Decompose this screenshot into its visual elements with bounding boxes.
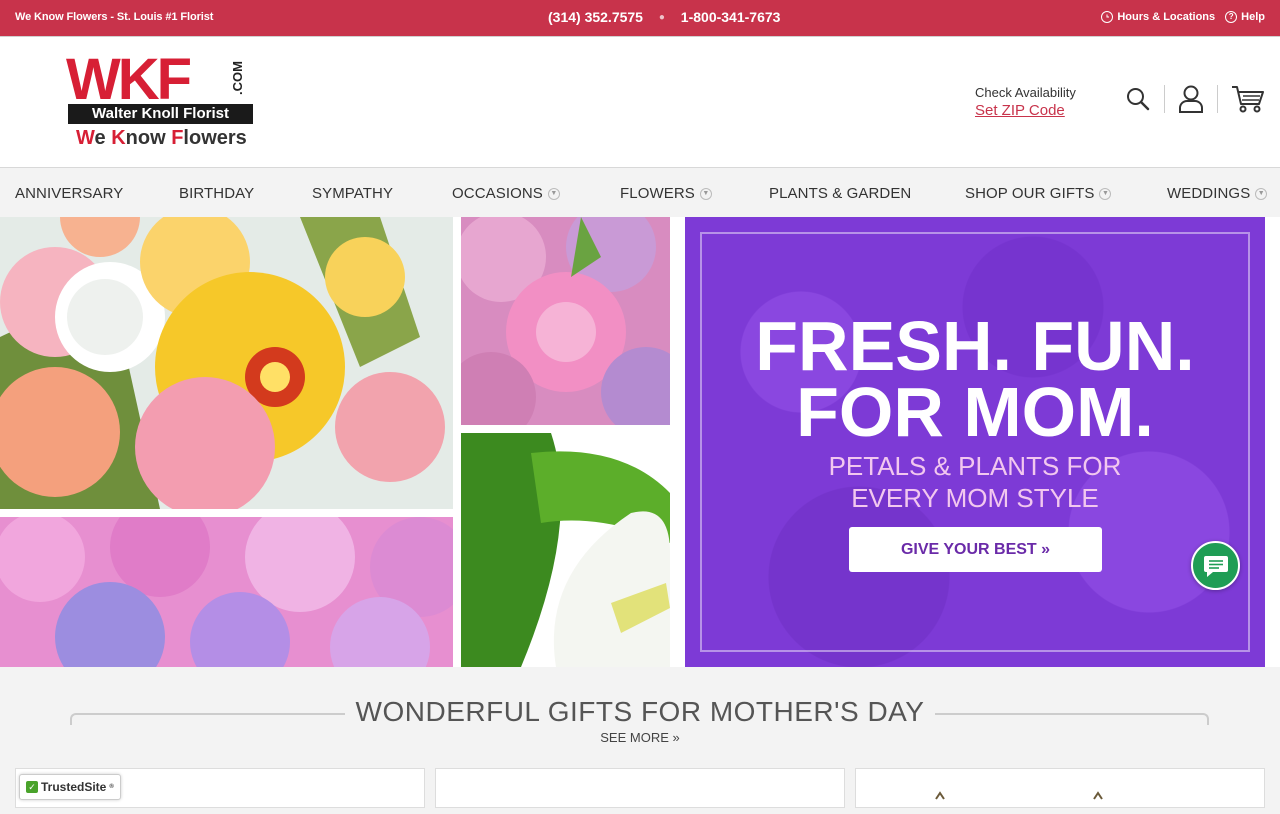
logo-letters: WKF [66, 47, 192, 112]
product-image [935, 791, 1103, 800]
site-header: WKF .COM Walter Knoll Florist We Know Fl… [0, 36, 1280, 168]
trustedsite-badge[interactable]: ✓ TrustedSite ® [19, 774, 121, 800]
header-icons [1125, 84, 1265, 114]
chevron-down-icon: ▼ [547, 187, 560, 200]
chevron-down-icon: ▼ [1099, 187, 1112, 200]
chat-icon [1203, 555, 1228, 577]
promo-panel: FRESH. FUN. FOR MOM. PETALS & PLANTS FOR… [685, 217, 1265, 667]
product-card[interactable] [855, 768, 1265, 808]
chevron-down-icon: ▼ [699, 187, 712, 200]
user-icon[interactable] [1178, 84, 1204, 114]
search-icon[interactable] [1125, 86, 1151, 112]
nav-item-flowers[interactable]: FLOWERS ▼ [620, 185, 712, 202]
logo-com: .COM [230, 61, 245, 95]
help-link[interactable]: ? Help [1225, 11, 1265, 23]
question-icon: ? [1225, 11, 1238, 23]
trustedsite-label: TrustedSite [41, 780, 107, 794]
phone-local-link[interactable]: (314) 352.7575 [548, 9, 643, 25]
nav-item-plants-garden[interactable]: PLANTS & GARDEN [769, 185, 911, 202]
icon-divider [1217, 85, 1218, 113]
give-your-best-button[interactable]: GIVE YOUR BEST » [849, 527, 1102, 572]
nav-item-anniversary[interactable]: ANNIVERSARY [15, 185, 123, 202]
promo-headline: FRESH. FUN. FOR MOM. [755, 307, 1195, 451]
separator-dot: ● [658, 12, 665, 23]
nav-item-shop-gifts[interactable]: SHOP OUR GIFTS ▼ [965, 185, 1112, 202]
zip-availability: Check Availability Set ZIP Code [975, 85, 1076, 119]
phone-numbers: (314) 352.7575 ● 1-800-341-7673 [548, 9, 780, 25]
hero-banner: FRESH. FUN. FOR MOM. PETALS & PLANTS FOR… [0, 217, 1280, 667]
set-zip-link[interactable]: Set ZIP Code [975, 102, 1076, 119]
nav-item-occasions[interactable]: OCCASIONS ▼ [452, 185, 560, 202]
top-bar: We Know Flowers - St. Louis #1 Florist (… [0, 0, 1280, 36]
hero-image-peace-lily[interactable] [461, 433, 670, 667]
icon-divider [1164, 85, 1165, 113]
chat-button[interactable] [1191, 541, 1240, 590]
hero-image-pink-roses[interactable] [461, 217, 670, 425]
section-title: WONDERFUL GIFTS FOR MOTHER'S DAY [355, 696, 925, 727]
site-logo[interactable]: WKF .COM Walter Knoll Florist We Know Fl… [66, 51, 256, 153]
hero-image-mixed-flowers[interactable] [0, 217, 453, 509]
promo-subheadline: PETALS & PLANTS FOR EVERY MOM STYLE [828, 451, 1122, 513]
cart-icon[interactable] [1231, 84, 1265, 114]
hours-locations-label: Hours & Locations [1117, 11, 1216, 23]
check-availability-label: Check Availability [975, 85, 1076, 100]
help-label: Help [1241, 11, 1265, 23]
top-links: Hours & Locations ? Help [1101, 11, 1265, 23]
logo-slogan: We Know Flowers [76, 127, 247, 149]
main-nav: ANNIVERSARY BIRTHDAY SYMPATHY OCCASIONS ▼… [0, 169, 1280, 217]
see-more-link[interactable]: SEE MORE » [0, 730, 1280, 745]
store-tagline: We Know Flowers - St. Louis #1 Florist [15, 11, 214, 23]
product-card[interactable] [435, 768, 845, 808]
hero-image-hydrangea[interactable] [0, 517, 453, 667]
chevron-down-icon: ▼ [1255, 187, 1268, 200]
nav-item-weddings[interactable]: WEDDINGS ▼ [1167, 185, 1268, 202]
nav-item-birthday[interactable]: BIRTHDAY [179, 185, 254, 202]
logo-name-bar: Walter Knoll Florist [68, 104, 253, 124]
nav-item-sympathy[interactable]: SYMPATHY [312, 185, 393, 202]
check-icon: ✓ [26, 781, 38, 793]
hours-locations-link[interactable]: Hours & Locations [1101, 11, 1215, 23]
phone-tollfree-link[interactable]: 1-800-341-7673 [681, 9, 781, 25]
clock-icon [1101, 11, 1114, 23]
